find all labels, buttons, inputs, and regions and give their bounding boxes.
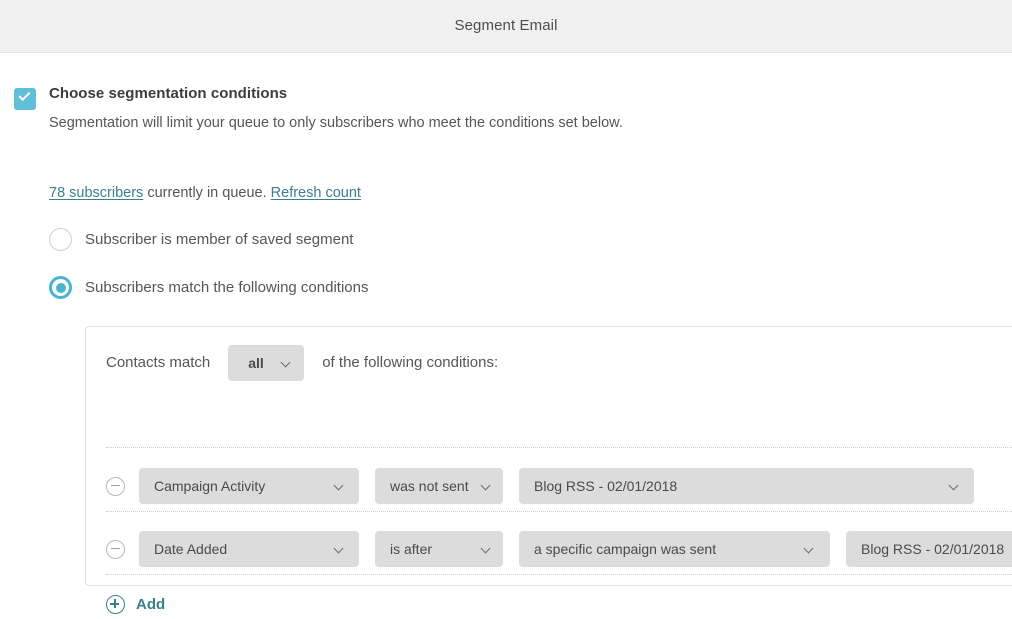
radio-match-conditions-control[interactable] [49, 276, 72, 299]
condition-field-value: Campaign Activity [154, 478, 266, 494]
panel-divider [106, 511, 1012, 512]
chevron-down-icon [482, 545, 490, 553]
chevron-down-icon [805, 545, 813, 553]
radio-saved-segment-control[interactable] [49, 228, 72, 251]
remove-condition-button[interactable] [106, 539, 125, 559]
plus-circle-icon [106, 595, 125, 614]
condition-operator-select[interactable]: is after [375, 531, 503, 567]
condition-row: Campaign Activity was not sent Blog RSS - … [106, 468, 974, 504]
app-header: Segment Email [0, 0, 1012, 53]
match-type-value: all [248, 355, 264, 371]
condition-value-text: Blog RSS - 02/01/2018 [534, 478, 678, 494]
panel-divider [106, 574, 1012, 575]
condition-row: Date Added is after a specific campaign wa… [106, 531, 1012, 567]
condition-field-value: Date Added [154, 541, 228, 557]
add-condition-label: Add [136, 596, 166, 613]
segmentation-title: Choose segmentation conditions [49, 85, 288, 102]
main-content: Choose segmentation conditions Segmentat… [0, 53, 1012, 614]
match-prefix-label: Contacts match [106, 354, 211, 371]
match-type-select[interactable]: all [228, 345, 305, 381]
queue-count-line: 78 subscribers currently in queue. Refre… [49, 185, 361, 201]
check-icon [18, 88, 31, 102]
chevron-down-icon [335, 545, 343, 553]
add-condition-button[interactable]: Add [106, 595, 165, 619]
condition-field-select[interactable]: Campaign Activity [139, 468, 359, 504]
refresh-count-link[interactable]: Refresh count [271, 185, 361, 201]
radio-match-conditions-label: Subscribers match the following conditio… [85, 279, 369, 296]
condition-value-select[interactable]: Blog RSS - 02/01/2018 [519, 468, 974, 504]
chevron-down-icon [950, 482, 958, 490]
radio-selected-dot [55, 282, 66, 293]
match-suffix-label: of the following conditions: [322, 354, 499, 371]
segmentation-description: Segmentation will limit your queue to on… [49, 115, 623, 131]
chevron-down-icon [482, 482, 490, 490]
radio-option-match-conditions[interactable]: Subscribers match the following conditio… [49, 276, 849, 300]
queue-count-text: currently in queue. [143, 185, 271, 201]
panel-divider [106, 447, 1012, 448]
radio-option-saved-segment[interactable]: Subscriber is member of saved segment [49, 228, 849, 252]
match-type-row: Contacts match all of the following condit… [106, 345, 498, 381]
chevron-down-icon [335, 482, 343, 490]
chevron-down-icon [282, 359, 290, 367]
condition-operator-value: is after [390, 541, 433, 557]
condition-value-text: a specific campaign was sent [534, 541, 717, 557]
subscribers-count-link[interactable]: 78 subscribers [49, 185, 143, 201]
choose-segmentation-checkbox[interactable] [14, 88, 36, 110]
condition-operator-value: was not sent [390, 478, 469, 494]
condition-field-select[interactable]: Date Added [139, 531, 359, 567]
condition-value-select[interactable]: a specific campaign was sent [519, 531, 830, 567]
radio-saved-segment-label: Subscriber is member of saved segment [85, 231, 354, 248]
condition-operator-select[interactable]: was not sent [375, 468, 503, 504]
condition-campaign-select[interactable]: Blog RSS - 02/01/2018 [846, 531, 1012, 567]
remove-condition-button[interactable] [106, 476, 125, 496]
conditions-panel: Contacts match all of the following condit… [85, 326, 1012, 614]
condition-campaign-value: Blog RSS - 02/01/2018 [861, 541, 1005, 557]
page-title: Segment Email [454, 17, 558, 34]
